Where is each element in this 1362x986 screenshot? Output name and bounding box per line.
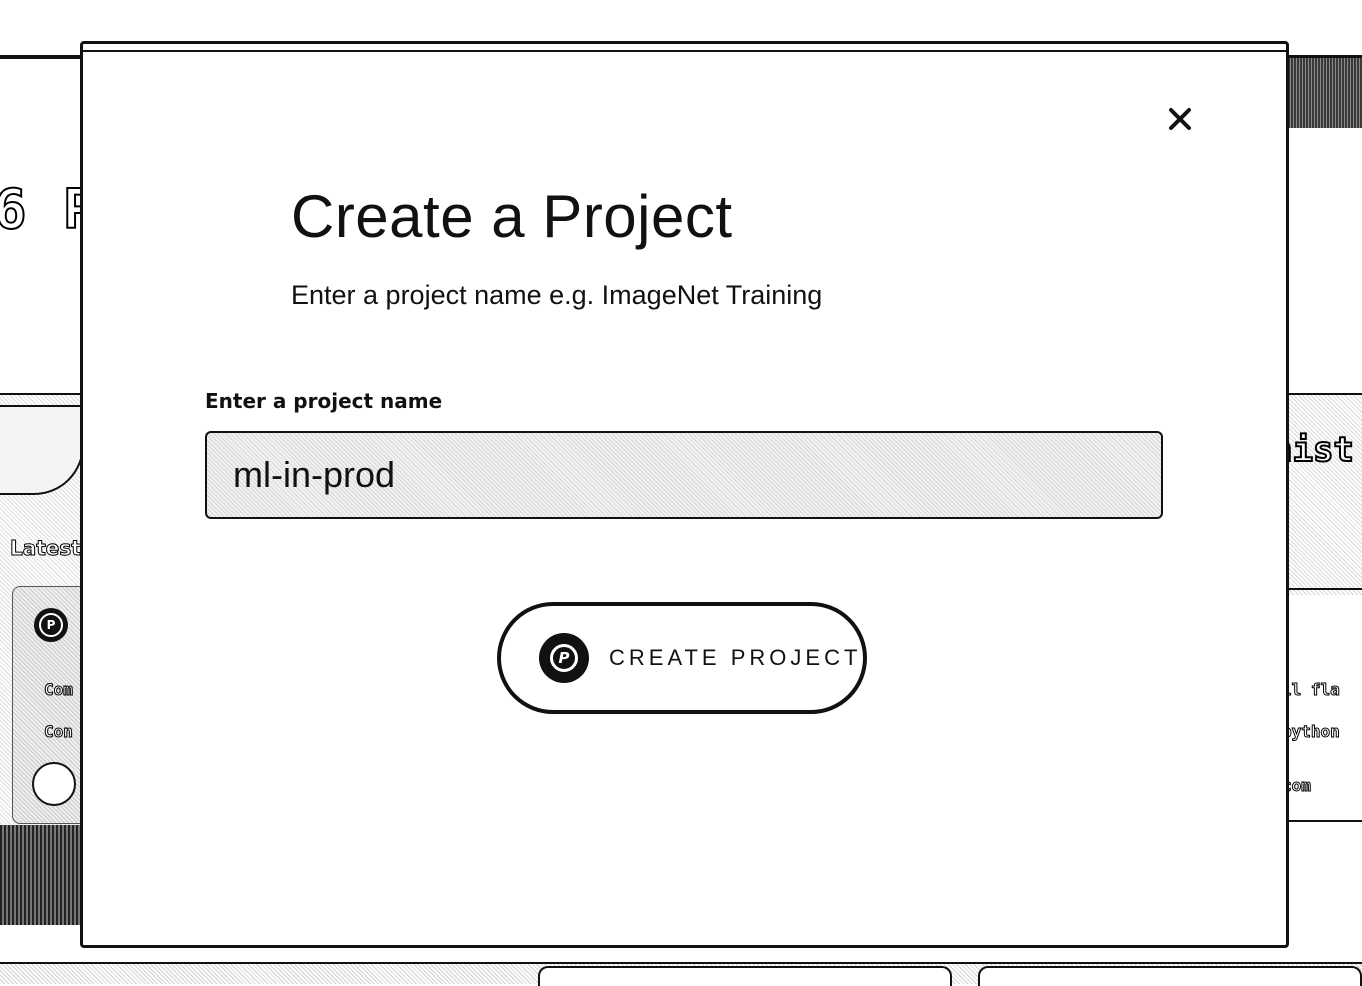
bg-left-decoration (0, 825, 82, 925)
bg-bottom-input[interactable] (538, 966, 952, 986)
bg-right-text: python (1282, 722, 1341, 742)
create-project-label: CREATE PROJECT (609, 645, 862, 670)
project-name-input[interactable] (205, 431, 1163, 519)
bg-divider (1285, 588, 1362, 590)
bg-divider (1285, 820, 1362, 822)
bg-bottom-control[interactable] (978, 966, 1362, 986)
bg-p-logo-icon: P (34, 608, 68, 642)
bg-card-line: Con (44, 722, 74, 742)
modal-subtitle: Enter a project name e.g. ImageNet Train… (291, 280, 823, 310)
bg-right-text: ll fla (1282, 680, 1341, 700)
modal-top-rule (83, 50, 1286, 52)
close-icon (1169, 108, 1191, 130)
bg-card-line: Com (44, 680, 74, 700)
bg-user-avatar-icon (32, 762, 76, 806)
project-name-label: Enter a project name (205, 389, 443, 413)
p-logo-icon: P (539, 633, 589, 683)
close-button[interactable] (1163, 102, 1197, 136)
create-project-modal: Create a Project Enter a project name e.… (80, 41, 1289, 948)
bg-right-banner (1285, 58, 1362, 128)
p-logo-letter: P (550, 644, 578, 672)
modal-title: Create a Project (291, 183, 733, 250)
bg-latest-label: Latest (10, 536, 82, 561)
create-project-button[interactable]: P CREATE PROJECT (497, 602, 867, 714)
bg-right-panel (1285, 393, 1362, 595)
